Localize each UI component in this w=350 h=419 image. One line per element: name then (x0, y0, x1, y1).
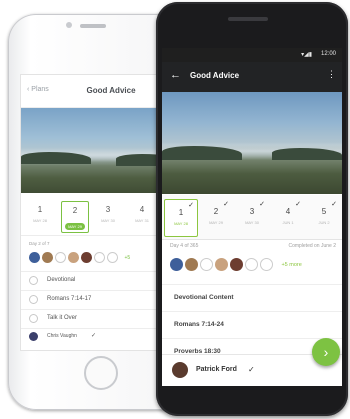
android-progress-row: Day 4 of 365 Completed on June 2 (170, 243, 336, 252)
avatar[interactable] (200, 258, 213, 272)
list-item[interactable]: Devotional Content (162, 284, 342, 311)
avatar[interactable] (81, 252, 92, 264)
day-date: MAY 28 (174, 221, 188, 226)
hero-treeline (272, 148, 342, 160)
avatar[interactable] (245, 258, 258, 272)
day-number: 2 (213, 207, 219, 216)
android-screen: ▾◢▮ 12:00 ← Good Advice ⋮ ✓ 1 MAY 28 ✓ 2… (162, 48, 342, 386)
day-number: 1 (178, 208, 184, 217)
android-day-strip: ✓ 1 MAY 28 ✓ 2 MAY 29 ✓ 3 MAY 30 ✓ 4 JUN… (162, 195, 342, 240)
day-date: JUN 1 (282, 220, 294, 225)
day-date: MAY 30 (245, 220, 259, 225)
user-name: Chris Vaughn (47, 333, 77, 339)
iphone-day-4[interactable]: 4 MAY 31 (129, 201, 155, 231)
avatar[interactable] (94, 252, 105, 264)
user-name: Patrick Ford (196, 366, 237, 373)
list-item-label: Devotional Content (174, 294, 234, 301)
check-icon: ✓ (259, 201, 265, 208)
avatar[interactable] (107, 252, 118, 264)
check-icon: ✓ (223, 201, 229, 208)
day-number: 3 (249, 207, 255, 216)
android-speaker (228, 17, 268, 21)
android-status-bar: ▾◢▮ 12:00 (162, 48, 342, 62)
avatar[interactable] (170, 258, 183, 272)
overflow-menu-icon[interactable]: ⋮ (327, 69, 336, 80)
list-item-label: Romans 7:14-24 (174, 321, 224, 328)
day-date: MAY 29 (209, 220, 223, 225)
avatar[interactable] (230, 258, 243, 272)
day-date: MAY 30 (101, 218, 115, 223)
check-icon: ✓ (331, 201, 337, 208)
iphone-more-friends[interactable]: +5 (124, 255, 130, 261)
day-date: MAY 28 (33, 218, 47, 223)
status-time: 12:00 (320, 51, 336, 57)
android-day-3[interactable]: ✓ 3 MAY 30 (236, 199, 268, 235)
android-hero-image (162, 92, 342, 194)
android-friends-row: +5 more (170, 256, 340, 272)
android-day-2[interactable]: ✓ 2 MAY 29 (200, 199, 232, 235)
iphone-day-1[interactable]: 1 MAY 28 (27, 201, 53, 231)
android-day-5[interactable]: ✓ 5 JUN 2 (308, 199, 340, 235)
completed-text: Completed on June 2 (288, 243, 336, 249)
iphone-camera (66, 22, 72, 28)
signal-icon: ▾◢▮ (301, 52, 312, 58)
day-progress-text: Day 4 of 365 (170, 243, 199, 249)
day-number: 1 (37, 205, 43, 214)
avatar (29, 332, 38, 341)
iphone-back-button[interactable]: ‹ Plans (27, 86, 49, 93)
avatar (172, 362, 188, 378)
iphone-page-title: Good Advice (86, 86, 136, 95)
hero-treeline (21, 152, 91, 164)
day-number: 5 (321, 207, 327, 216)
android-day-4[interactable]: ✓ 4 JUN 1 (272, 199, 304, 235)
hero-treeline (162, 146, 242, 160)
check-icon: ✓ (248, 365, 255, 374)
iphone-day-3[interactable]: 3 MAY 30 (95, 201, 121, 231)
day-date: MAY 29 (65, 223, 85, 230)
next-fab-button[interactable]: › (312, 338, 340, 366)
checkbox-icon[interactable] (29, 276, 38, 285)
day-number: 4 (139, 205, 145, 214)
list-item-label: Romans 7:14-17 (47, 296, 92, 302)
avatar[interactable] (185, 258, 198, 272)
chevron-right-icon: › (323, 344, 329, 360)
avatar[interactable] (29, 252, 40, 264)
android-day-1-selected[interactable]: ✓ 1 MAY 28 (164, 199, 198, 237)
back-arrow-icon[interactable]: ← (170, 69, 181, 81)
day-number: 2 (72, 206, 78, 215)
iphone-progress-text: Day 2 of 7 (29, 241, 50, 246)
back-label: Plans (31, 86, 49, 93)
android-page-title: Good Advice (190, 71, 240, 80)
iphone-day-2-selected[interactable]: 2 MAY 29 (61, 201, 89, 233)
iphone-speaker (80, 24, 106, 28)
list-item-label: Devotional (47, 277, 76, 283)
day-date: MAY 31 (135, 218, 149, 223)
avatar[interactable] (55, 252, 66, 264)
more-friends-link[interactable]: +5 more (281, 262, 301, 268)
avatar[interactable] (215, 258, 228, 272)
check-icon: ✓ (91, 333, 97, 339)
check-icon: ✓ (295, 201, 301, 208)
list-item[interactable]: Romans 7:14-24 (162, 311, 342, 338)
day-date: JUN 2 (318, 220, 330, 225)
avatar[interactable] (260, 258, 273, 272)
check-icon: ✓ (188, 202, 194, 209)
checkbox-icon[interactable] (29, 295, 38, 304)
day-number: 3 (105, 205, 111, 214)
avatar[interactable] (68, 252, 79, 264)
avatar[interactable] (42, 252, 53, 264)
android-app-bar: ← Good Advice ⋮ (162, 62, 342, 92)
iphone-home-button[interactable] (84, 356, 118, 390)
day-number: 4 (285, 207, 291, 216)
checkbox-icon[interactable] (29, 314, 38, 323)
list-item-label: Talk it Over (47, 315, 78, 321)
